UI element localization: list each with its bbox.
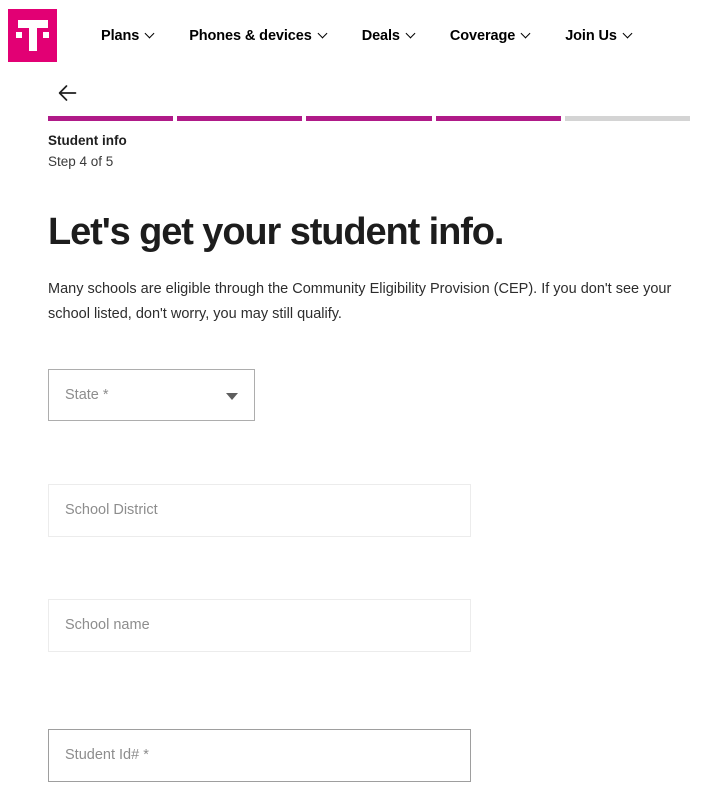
tmobile-logo[interactable]	[8, 9, 57, 62]
school-district-placeholder: School District	[65, 502, 158, 519]
nav-item-coverage[interactable]: Coverage	[450, 28, 531, 44]
nav-item-label: Plans	[101, 28, 140, 44]
progress-segment-2	[177, 116, 303, 121]
nav-item-label: Coverage	[449, 28, 516, 44]
nav-item-join-us[interactable]: Join Us	[565, 28, 633, 44]
nav-item-label: Join Us	[565, 28, 617, 44]
student-id-input[interactable]: Student Id# *	[48, 728, 471, 782]
progress-segment-3	[306, 116, 432, 121]
page-description: Many schools are eligible through the Co…	[48, 280, 672, 322]
student-info-form: State * School District School name Stud…	[48, 368, 726, 782]
chevron-down-icon	[407, 30, 416, 39]
state-select[interactable]: State *	[48, 368, 255, 421]
progress-segment-5	[564, 116, 691, 121]
back-button-row	[0, 82, 726, 112]
nav-item-deals[interactable]: Deals	[362, 28, 416, 44]
progress-segment-1	[48, 116, 174, 121]
school-district-input[interactable]: School District	[48, 483, 471, 537]
state-select-placeholder: State *	[65, 386, 109, 403]
chevron-down-icon	[319, 30, 328, 39]
step-indicator: Student info Step 4 of 5	[48, 132, 726, 172]
nav-item-phones-and-devices[interactable]: Phones & devices	[189, 28, 328, 44]
step-title: Student info	[48, 133, 127, 148]
nav-item-label: Deals	[361, 28, 400, 44]
nav-item-label: Phones & devices	[189, 28, 312, 44]
chevron-down-icon	[624, 30, 633, 39]
school-name-input[interactable]: School name	[48, 598, 471, 652]
chevron-down-icon	[146, 30, 155, 39]
student-id-placeholder: Student Id# *	[65, 747, 149, 764]
chevron-down-icon	[522, 30, 531, 39]
school-name-placeholder: School name	[65, 617, 150, 634]
chevron-down-icon	[226, 392, 238, 400]
main-content: Let's get your student info. Many school…	[48, 210, 726, 782]
logo-t-stem	[28, 20, 37, 51]
progress-bar	[48, 116, 691, 121]
logo-dot-right	[43, 32, 49, 38]
page-title: Let's get your student info.	[48, 210, 504, 253]
nav-item-plans[interactable]: Plans	[101, 28, 155, 44]
logo-dot-left	[16, 32, 22, 38]
step-counter: Step 4 of 5	[48, 154, 114, 170]
back-arrow-icon[interactable]	[57, 82, 83, 104]
main-navigation: Plans Phones & devices Deals Coverage Jo…	[101, 0, 633, 72]
site-header: Plans Phones & devices Deals Coverage Jo…	[0, 0, 726, 72]
progress-segment-4	[435, 116, 561, 121]
